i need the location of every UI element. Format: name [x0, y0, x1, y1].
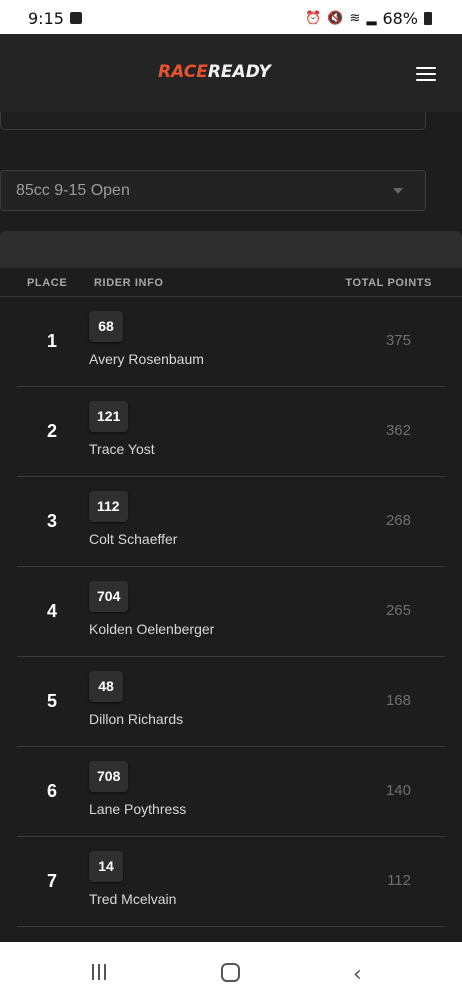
rider-number-badge: 48 [89, 671, 123, 702]
standings-panel-header [0, 231, 462, 267]
row-place: 1 [47, 331, 58, 351]
status-icons: ⏰ 🔇 ≋ ▂ 68% [305, 9, 432, 28]
rider-number-badge: 704 [89, 581, 129, 612]
standings-content: 85cc 9-15 Open PLACE RIDER INFO TOTAL PO… [0, 112, 462, 942]
rider-name[interactable]: Avery Rosenbaum [89, 351, 204, 367]
gallery-icon [70, 12, 82, 24]
rider-name[interactable]: Trace Yost [89, 441, 155, 457]
home-icon[interactable] [221, 963, 240, 982]
race-ready-logo[interactable]: RACEREADY [158, 62, 271, 82]
standings-rows: 1 68 Avery Rosenbaum 375 2 121 Trace Yos… [0, 297, 462, 927]
column-rider-info: RIDER INFO [94, 277, 164, 289]
table-row[interactable]: 6 708 Lane Poythress 140 [17, 747, 445, 837]
hamburger-menu-icon[interactable] [416, 67, 436, 81]
wifi-icon: ≋ [349, 11, 361, 26]
class-select-value: 85cc 9-15 Open [16, 182, 130, 199]
rider-name[interactable]: Tred Mcelvain [89, 891, 176, 907]
logo-part-ready: READY [207, 62, 271, 82]
alarm-icon: ⏰ [305, 11, 322, 26]
class-select[interactable]: 85cc 9-15 Open [0, 170, 426, 211]
logo-part-race: RACE [158, 62, 208, 82]
mute-icon: 🔇 [327, 11, 344, 26]
table-row[interactable]: 5 48 Dillon Richards 168 [17, 657, 445, 747]
series-select[interactable] [0, 112, 426, 130]
status-bar: 9:15 ⏰ 🔇 ≋ ▂ 68% [0, 0, 462, 34]
row-place: 2 [47, 421, 58, 441]
rider-number-badge: 68 [89, 311, 123, 342]
row-points: 112 [387, 872, 411, 889]
table-row[interactable]: 2 121 Trace Yost 362 [17, 387, 445, 477]
rider-name[interactable]: Lane Poythress [89, 801, 186, 817]
chevron-down-icon [393, 188, 403, 194]
standings-table-header: PLACE RIDER INFO TOTAL POINTS [0, 267, 462, 297]
table-row[interactable]: 7 14 Tred Mcelvain 112 [17, 837, 445, 927]
row-points: 362 [385, 422, 411, 439]
battery-icon [424, 12, 432, 25]
rider-number-badge: 121 [89, 401, 129, 432]
rider-name[interactable]: Colt Schaeffer [89, 531, 177, 547]
row-place: 5 [47, 691, 58, 711]
table-row[interactable]: 4 704 Kolden Oelenberger 265 [17, 567, 445, 657]
rider-number-badge: 708 [89, 761, 129, 792]
table-row[interactable]: 3 112 Colt Schaeffer 268 [17, 477, 445, 567]
row-place: 6 [47, 781, 58, 801]
row-points: 140 [385, 782, 411, 799]
table-row[interactable]: 1 68 Avery Rosenbaum 375 [17, 297, 445, 387]
row-points: 265 [385, 602, 411, 619]
signal-icon: ▂ [366, 11, 377, 26]
column-place: PLACE [27, 277, 68, 289]
row-place: 4 [47, 601, 58, 621]
rider-name[interactable]: Dillon Richards [89, 711, 183, 727]
status-time: 9:15 [28, 9, 64, 28]
row-points: 168 [385, 692, 411, 709]
column-total-points: TOTAL POINTS [345, 277, 432, 289]
row-place: 7 [47, 871, 58, 891]
battery-level: 68% [382, 9, 418, 28]
row-points: 268 [385, 512, 411, 529]
back-icon[interactable]: ‹ [353, 962, 362, 987]
system-nav-bar: ‹ [0, 942, 462, 1000]
row-place: 3 [47, 511, 58, 531]
rider-number-badge: 14 [89, 851, 123, 882]
row-points: 375 [385, 332, 411, 349]
app-header: RACEREADY [0, 34, 462, 112]
rider-name[interactable]: Kolden Oelenberger [89, 621, 214, 637]
recents-icon[interactable] [92, 964, 106, 980]
rider-number-badge: 112 [89, 491, 128, 522]
